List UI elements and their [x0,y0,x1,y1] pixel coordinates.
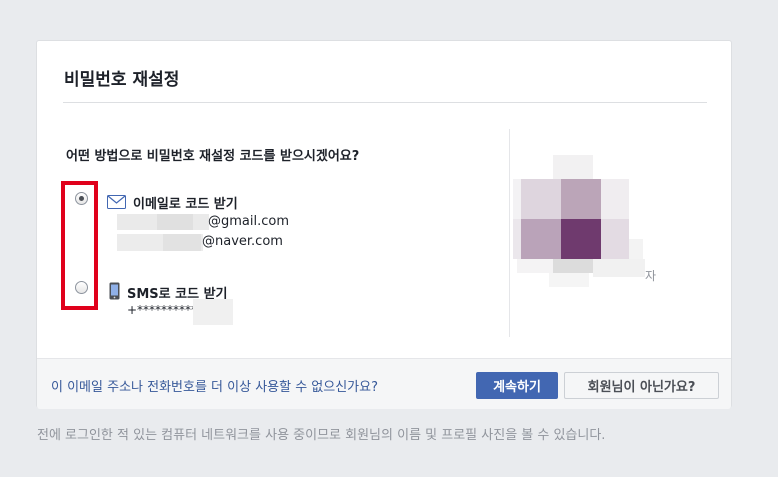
profile-avatar [513,155,653,287]
no-longer-access-link[interactable]: 이 이메일 주소나 전화번호를 더 이상 사용할 수 없으신가요? [51,376,378,395]
sms-redacted [193,299,233,325]
card-footer: 이 이메일 주소나 전화번호를 더 이상 사용할 수 없으신가요? 계속하기 회… [37,358,731,409]
continue-button[interactable]: 계속하기 [476,372,558,399]
title-divider [63,102,707,103]
email-option-label[interactable]: 이메일로 코드 받기 [133,193,238,212]
not-you-button[interactable]: 회원님이 아닌가요? [564,372,719,399]
email-redacted-2b [163,234,201,251]
email-contact-naver: @naver.com [202,234,283,249]
email-contact-gmail: @gmail.com [208,214,290,229]
sms-contact: +********** [127,303,198,317]
option-radio-highlight [61,181,98,310]
reset-password-card: 비밀번호 재설정 어떤 방법으로 비밀번호 재설정 코드를 받으시겠어요? 이메… [36,40,732,409]
privacy-note: 전에 로그인한 적 있는 컴퓨터 네트워크를 사용 중이므로 회원님의 이름 및… [37,428,606,443]
email-redacted-1b [157,214,193,230]
envelope-icon [107,194,126,213]
phone-icon [109,282,120,304]
method-question: 어떤 방법으로 비밀번호 재설정 코드를 받으시겠어요? [66,149,360,164]
card-title: 비밀번호 재설정 [64,70,180,90]
vertical-divider [509,129,510,337]
profile-name: 자 [645,269,657,283]
